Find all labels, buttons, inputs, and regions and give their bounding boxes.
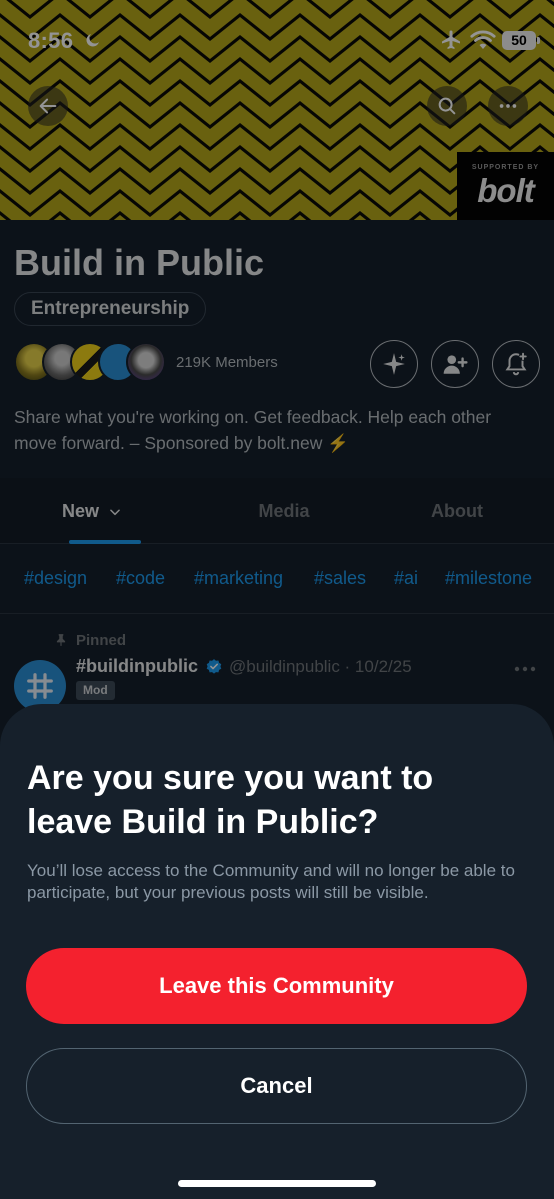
leave-community-sheet: Are you sure you want to leave Build in … bbox=[0, 704, 554, 1199]
home-indicator bbox=[178, 1180, 376, 1187]
leave-community-button[interactable]: Leave this Community bbox=[26, 948, 527, 1024]
sheet-body: You’ll lose access to the Community and … bbox=[27, 861, 515, 902]
cancel-button[interactable]: Cancel bbox=[26, 1048, 527, 1124]
sheet-title: Are you sure you want to leave Build in … bbox=[27, 759, 434, 841]
